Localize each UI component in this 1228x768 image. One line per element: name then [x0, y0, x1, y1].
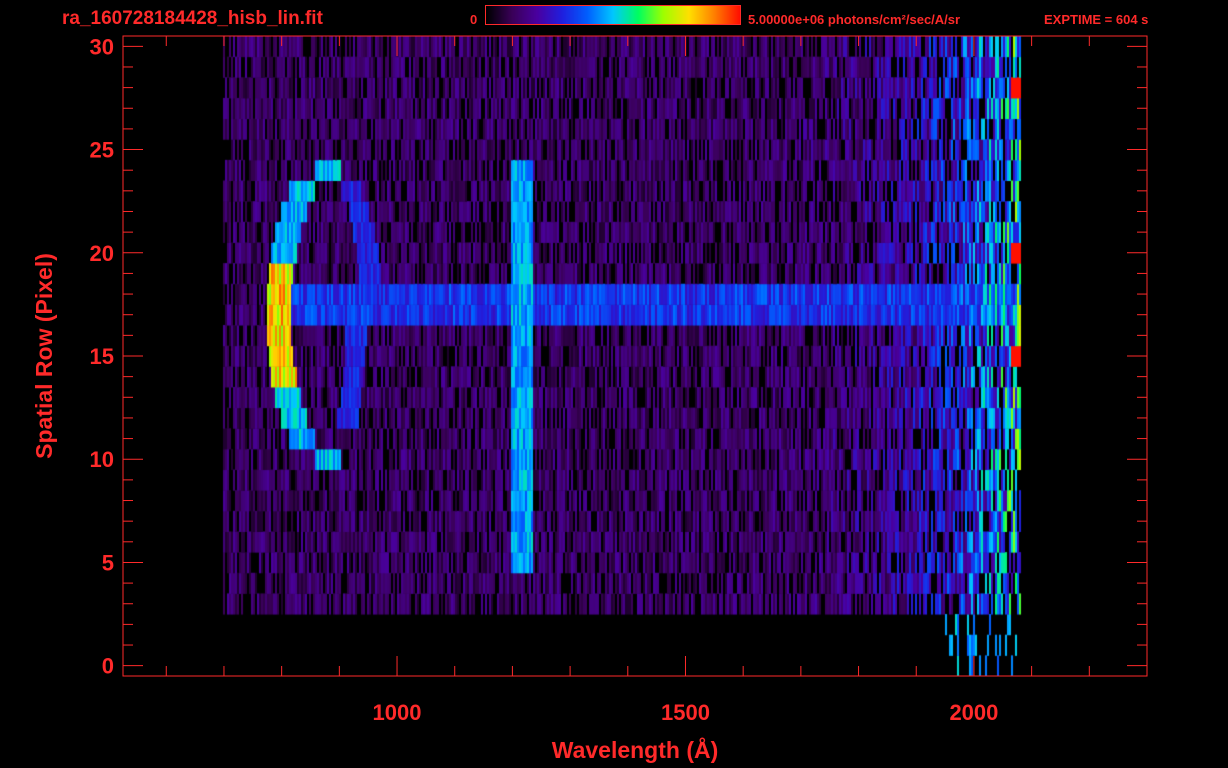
heatmap-area [123, 36, 1147, 676]
x-tick-label: 1500 [661, 700, 710, 725]
y-tick-label: 5 [102, 550, 114, 575]
x-axis-label: Wavelength (Å) [552, 736, 719, 763]
x-tick-label: 1000 [373, 700, 422, 725]
x-tick-label: 2000 [949, 700, 998, 725]
y-tick-label: 10 [90, 447, 114, 472]
y-tick-label: 0 [102, 654, 114, 679]
spectral-image-plot: 1000 1500 2000051015202530 Wavelength (Å) … [31, 34, 1148, 763]
y-axis-label: Spatial Row (Pixel) [31, 253, 57, 459]
y-tick-label: 25 [90, 138, 114, 163]
y-tick-label: 20 [90, 241, 114, 266]
y-tick-label: 15 [90, 344, 114, 369]
y-tick-label: 30 [90, 34, 114, 59]
